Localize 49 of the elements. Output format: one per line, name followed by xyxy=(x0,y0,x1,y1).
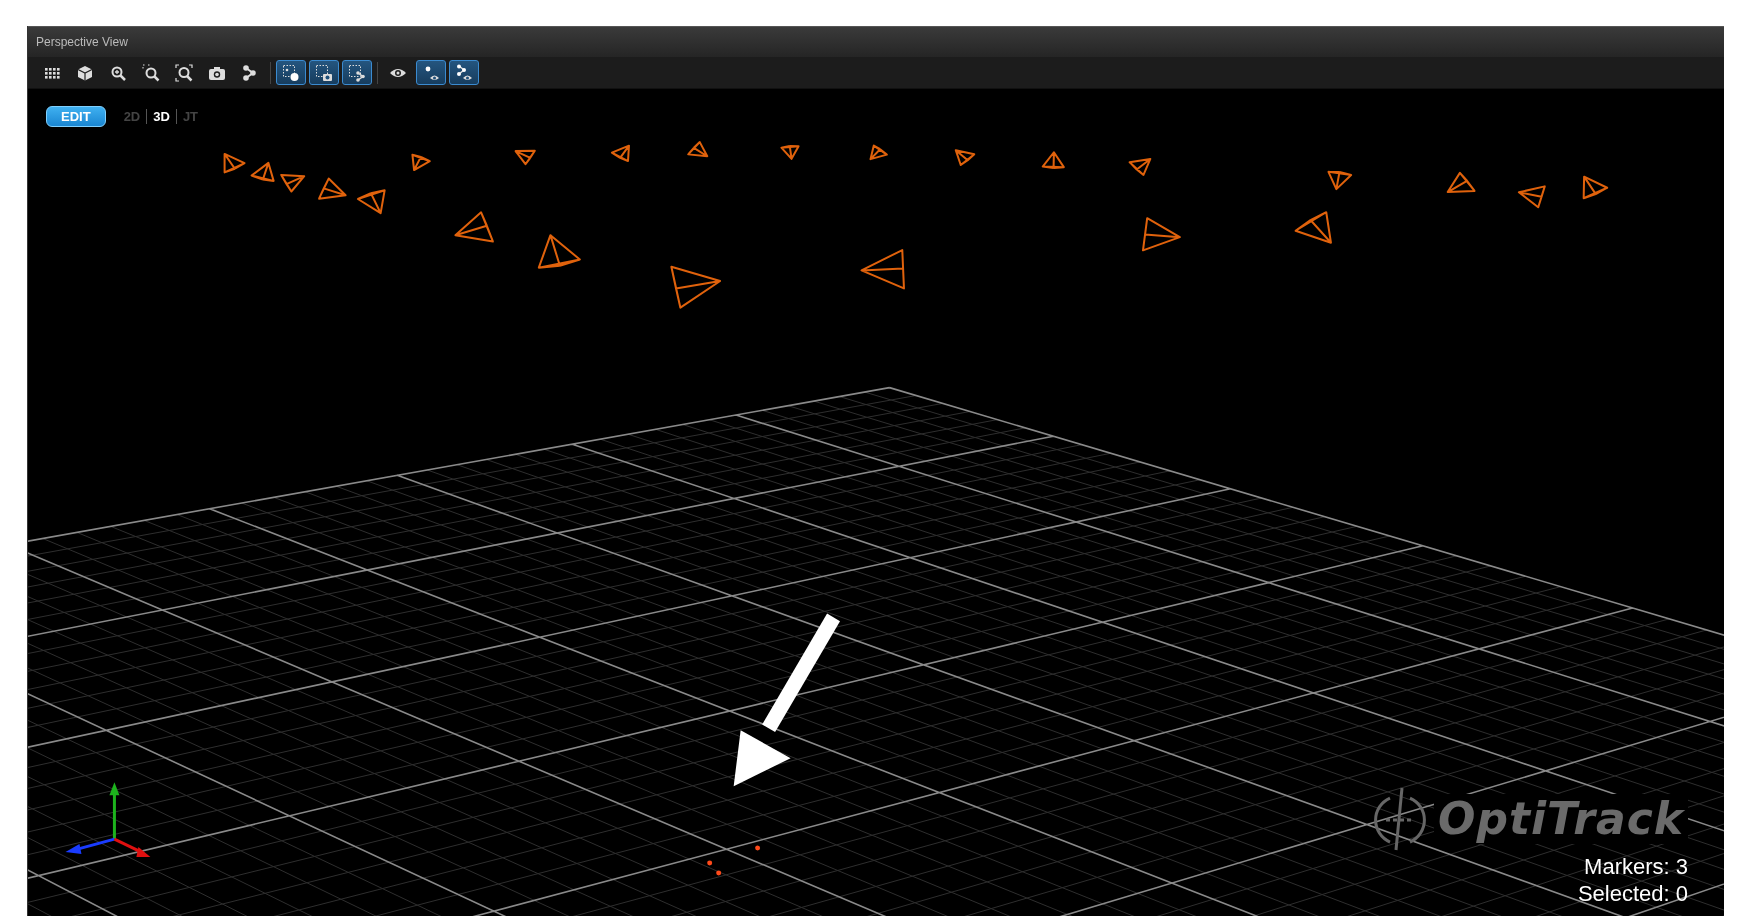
camera-model xyxy=(280,173,306,193)
toolbar-button[interactable] xyxy=(309,60,339,85)
view-tab[interactable]: JT xyxy=(175,109,205,124)
camera-model xyxy=(1446,171,1476,194)
camera-model xyxy=(1582,175,1609,200)
marker-dot xyxy=(716,870,722,876)
edit-button[interactable]: EDIT xyxy=(46,106,106,127)
view-tab[interactable]: 3D xyxy=(146,109,176,124)
camera-model xyxy=(954,149,976,167)
nodes-eye-icon xyxy=(455,63,473,82)
logo-icon xyxy=(1372,786,1429,852)
camera-model xyxy=(1294,211,1332,244)
toolbar-button[interactable] xyxy=(342,60,372,85)
logo-text: OptiTrack xyxy=(1434,794,1688,844)
camera-model xyxy=(411,153,431,172)
toolbar-button[interactable] xyxy=(416,60,446,85)
marker-dot xyxy=(707,860,713,866)
camera-model xyxy=(869,144,888,161)
select-dot-icon xyxy=(282,63,300,82)
view-tab[interactable]: 2D xyxy=(117,109,147,124)
camera-model xyxy=(1041,151,1065,170)
camera-model xyxy=(454,211,494,243)
window-title: Perspective View xyxy=(36,35,128,49)
select-nodes-icon xyxy=(348,63,366,82)
camera-model xyxy=(1142,217,1181,252)
cube-icon xyxy=(76,63,94,82)
camera-model xyxy=(1517,185,1546,209)
camera-model xyxy=(318,177,347,200)
nodes-icon xyxy=(241,63,259,82)
select-camera-icon xyxy=(315,63,333,82)
camera-model xyxy=(687,141,709,158)
toolbar-button[interactable] xyxy=(276,60,306,85)
camera-model xyxy=(250,161,275,182)
camera-model xyxy=(860,249,905,290)
status-text: Markers: 3 xyxy=(1584,854,1688,879)
toolbar-button[interactable] xyxy=(449,60,479,85)
camera-model xyxy=(537,234,581,269)
camera-model xyxy=(356,189,386,215)
status-text: Selected: 0 xyxy=(1577,881,1688,906)
camera-model xyxy=(1128,157,1152,176)
zoom-box-icon xyxy=(142,63,160,82)
camera-model xyxy=(514,149,536,166)
marker-dot xyxy=(755,845,761,851)
camera-model xyxy=(1327,170,1353,191)
camera-model xyxy=(780,144,800,160)
camera-model xyxy=(610,144,630,163)
camera-model xyxy=(670,265,722,309)
zoom-fit-icon xyxy=(175,63,193,82)
camera-model xyxy=(223,152,246,174)
